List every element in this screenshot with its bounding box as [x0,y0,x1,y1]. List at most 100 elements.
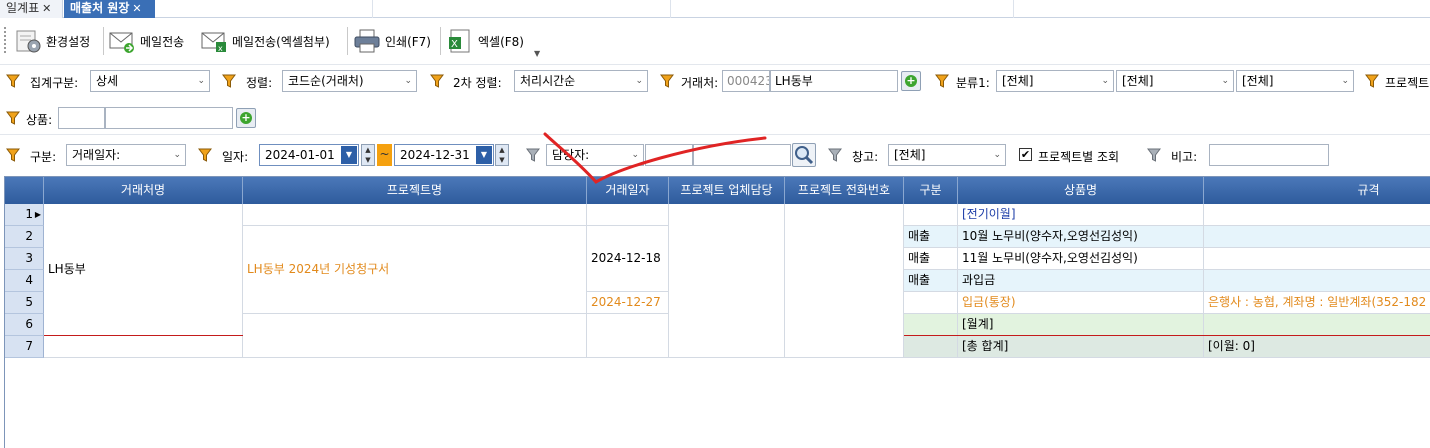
product-name-field[interactable] [105,107,233,129]
tab-bar: 일계표 ✕ 매출처 원장 ✕ [0,0,1430,18]
row-number[interactable]: 6 [5,314,44,336]
chevron-down-icon: ⌄ [631,150,639,160]
row-number[interactable]: 4 [5,270,44,292]
row-number[interactable]: 5 [5,292,44,314]
category1-select-b[interactable]: [전체] ⌄ [1116,70,1234,92]
type-cell[interactable]: 매출 [904,226,958,248]
product-cell[interactable]: [총 합계] [958,336,1204,358]
sort-select[interactable]: 코드순(거래처) ⌄ [282,70,417,92]
spec-cell[interactable] [1204,204,1430,226]
divider [0,64,1430,65]
spec-cell[interactable] [1204,314,1430,336]
plus-icon: + [905,74,917,87]
client-name-field[interactable]: LH동부 [770,70,898,92]
client-code-field[interactable]: 000423 [722,70,770,92]
calendar-dropdown-icon[interactable]: ▼ [476,146,492,164]
warehouse-select[interactable]: [전체] ⌄ [888,144,1006,166]
product-cell[interactable]: 과입금 [958,270,1204,292]
sort-value: 코드순(거래처) [288,74,364,88]
type-cell[interactable] [904,204,958,226]
column-header[interactable]: 거래일자 [587,177,669,204]
gear-icon [14,27,42,55]
spec-cell[interactable] [1204,226,1430,248]
project-name-cell[interactable] [243,314,587,358]
date-from-spinner[interactable]: ▲ ▼ [361,144,375,166]
chevron-down-icon: ⌄ [173,150,181,160]
client-search-button[interactable]: + [901,71,921,91]
toolbar-grip[interactable] [4,27,7,53]
spec-cell[interactable]: [이월: 0] [1204,336,1430,358]
manager-select[interactable]: 담당자: ⌄ [546,144,644,166]
client-name-cell[interactable] [44,336,243,358]
date-label: 일자: [222,150,249,164]
column-header[interactable]: 거래처명 [44,177,243,204]
product-cell[interactable]: [월계] [958,314,1204,336]
close-icon[interactable]: ✕ [42,2,51,15]
sort2-select[interactable]: 처리시간순 ⌄ [514,70,648,92]
close-icon[interactable]: ✕ [132,2,141,15]
project-view-checkbox[interactable]: ✔ [1019,148,1032,161]
date-cell[interactable]: 2024-12-27 [587,292,669,314]
send-mail-button[interactable]: 메일전송 [108,24,184,58]
tab-daily-report[interactable]: 일계표 ✕ [0,0,63,18]
product-cell[interactable]: 입금(통장) [958,292,1204,314]
project-phone-cell[interactable] [785,204,904,358]
type-select[interactable]: 거래일자: ⌄ [66,144,186,166]
type-cell[interactable]: 매출 [904,248,958,270]
client-name-cell[interactable]: LH동부 [44,204,243,336]
category1-select-c[interactable]: [전체] ⌄ [1236,70,1354,92]
date-from-field[interactable]: 2024-01-01 ▼ [259,144,359,166]
project-contact-cell[interactable] [669,204,785,358]
category1-select-a[interactable]: [전체] ⌄ [996,70,1114,92]
tab-sales-ledger[interactable]: 매출처 원장 ✕ [64,0,155,18]
warehouse-value: [전체] [894,148,926,162]
row-number[interactable]: 1 ▶ [5,204,44,226]
type-cell[interactable] [904,336,958,358]
date-cell[interactable] [587,204,669,226]
filter-icon [222,74,236,88]
column-header[interactable]: 프로젝트 업체담당 [669,177,785,204]
divider [1013,0,1014,18]
spec-cell[interactable]: 은행사 : 농협, 계좌명 : 일반계좌(352-182 [1204,292,1430,314]
filter-icon [660,74,674,88]
product-search-button[interactable]: + [236,108,256,128]
calendar-dropdown-icon[interactable]: ▼ [341,146,357,164]
type-cell[interactable] [904,314,958,336]
row-number[interactable]: 7 [5,336,44,358]
manager-search-button[interactable] [792,143,816,167]
column-header[interactable]: 프로젝트명 [243,177,587,204]
project-name-cell[interactable] [243,204,587,226]
toolbar-overflow-icon[interactable]: ▼ [534,49,540,58]
chevron-down-icon: ⌄ [993,150,1001,160]
aggregate-select[interactable]: 상세 ⌄ [90,70,210,92]
date-cell[interactable]: 2024-12-18 [587,226,669,292]
settings-button[interactable]: 환경설정 [14,24,90,58]
excel-button[interactable]: X 엑셀(F8) [446,24,524,58]
date-to-spinner[interactable]: ▲ ▼ [495,144,509,166]
manager-code-field[interactable] [645,144,693,166]
product-cell[interactable]: 11월 노무비(양수자,오영선김성익) [958,248,1204,270]
manager-name-field[interactable] [693,144,791,166]
product-code-field[interactable] [58,107,105,129]
row-number[interactable]: 2 [5,226,44,248]
column-header[interactable]: 프로젝트 전화번호 [785,177,904,204]
send-mail-excel-button[interactable]: x 메일전송(엑셀첨부) [200,24,330,58]
project-view-label: 프로젝트별 조회 [1038,150,1120,164]
print-button[interactable]: 인쇄(F7) [353,24,431,58]
column-header[interactable]: 구분 [904,177,958,204]
date-to-field[interactable]: 2024-12-31 ▼ [394,144,494,166]
column-header[interactable]: 상품명 [958,177,1204,204]
project-name-cell[interactable]: LH동부 2024년 기성청구서 [243,226,587,314]
filter-icon [198,148,212,162]
date-cell[interactable] [587,314,669,358]
product-cell[interactable]: [전기이월] [958,204,1204,226]
type-cell[interactable] [904,292,958,314]
memo-field[interactable] [1209,144,1329,166]
spec-cell[interactable] [1204,270,1430,292]
row-number[interactable]: 3 [5,248,44,270]
column-header[interactable]: 규격 [1204,177,1430,204]
date-from-value: 2024-01-01 [265,148,335,162]
type-cell[interactable]: 매출 [904,270,958,292]
spec-cell[interactable] [1204,248,1430,270]
product-cell[interactable]: 10월 노무비(양수자,오영선김성익) [958,226,1204,248]
